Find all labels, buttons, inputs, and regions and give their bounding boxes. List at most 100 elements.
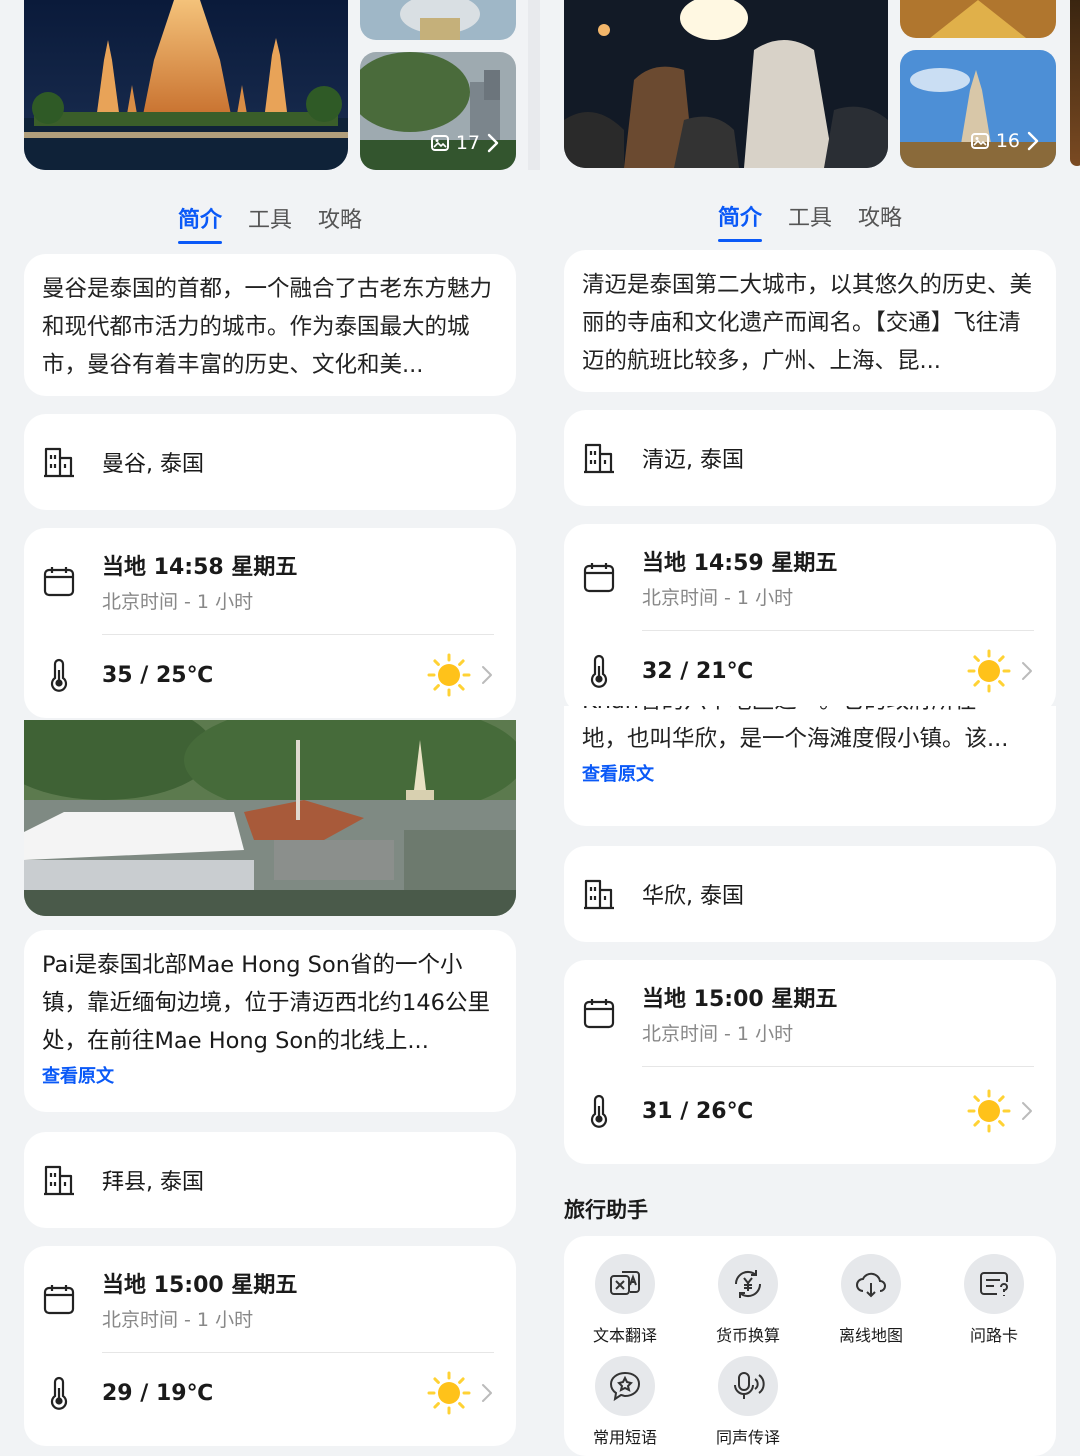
pagoda-photo[interactable]: 16 <box>900 50 1056 168</box>
tab-intro[interactable]: 简介 <box>177 202 222 244</box>
thermometer-icon <box>42 658 76 692</box>
pai-photo[interactable] <box>24 720 516 916</box>
photo-gallery[interactable]: 16 <box>564 0 1080 168</box>
chevron-right-icon <box>480 664 494 686</box>
time-weather-card[interactable]: 当地 14:59 星期五 北京时间 - 1 小时 32 / 21℃ <box>564 524 1056 714</box>
city-description[interactable]: 清迈是泰国第二大城市，以其悠久的历史、美丽的寺庙和文化遗产而闻名。【交通】飞往清… <box>564 250 1056 392</box>
read-original-link[interactable]: 查看原文 <box>42 1062 498 1088</box>
building-icon <box>582 877 616 911</box>
time-difference: 北京时间 - 1 小时 <box>102 590 254 613</box>
pai-location-label: 拜县, 泰国 <box>102 1170 204 1195</box>
tab-tools[interactable]: 工具 <box>248 202 292 234</box>
tab-intro[interactable]: 简介 <box>717 200 762 242</box>
divider <box>642 630 1034 631</box>
photo-count-badge[interactable]: 16 <box>970 130 1040 152</box>
thermometer-icon <box>582 654 616 688</box>
location-card[interactable]: 清迈, 泰国 <box>564 410 1056 506</box>
thermometer-icon <box>42 1376 76 1410</box>
tool-text-translate[interactable]: 文本翻译 <box>564 1254 686 1346</box>
building-icon <box>42 1163 76 1197</box>
sunny-icon <box>966 1088 1012 1134</box>
thermometer-icon <box>582 1094 616 1128</box>
gallery-icon <box>430 133 450 153</box>
hua-hin-location-card[interactable]: 华欣, 泰国 <box>564 846 1056 942</box>
temperature: 32 / 21℃ <box>642 658 754 684</box>
tab-guides[interactable]: 攻略 <box>318 202 362 234</box>
temperature: 29 / 19℃ <box>102 1380 214 1406</box>
photo-gallery[interactable]: 17 <box>24 0 516 170</box>
location-card[interactable]: 曼谷, 泰国 <box>24 414 516 510</box>
chiang-mai-panel: 16 简介 工具 攻略 清迈是泰国第二大城市，以其悠久的历史、美丽的寺庙和文化遗… <box>564 0 1080 1456</box>
hua-hin-description: 地，也叫华欣，是一个海滩度假小镇。该... <box>582 726 1009 752</box>
gallery-icon <box>970 131 990 151</box>
tool-label: 问路卡 <box>969 1326 1018 1345</box>
divider <box>102 1352 494 1353</box>
location-label: 曼谷, 泰国 <box>102 452 204 477</box>
tool-label: 离线地图 <box>838 1326 903 1345</box>
sunny-icon <box>426 1370 472 1416</box>
pai-time-weather-card[interactable]: 当地 15:00 星期五 北京时间 - 1 小时 29 / 19℃ <box>24 1246 516 1446</box>
tab-tools[interactable]: 工具 <box>788 200 832 232</box>
park-photo[interactable]: 17 <box>360 52 516 170</box>
hua-hin-description-partial: Khan省的六个地区之一。它的政府所在 <box>582 706 1038 720</box>
local-time: 当地 14:59 星期五 <box>642 550 838 576</box>
divider <box>102 634 494 635</box>
photo-count: 17 <box>455 132 480 154</box>
photo-count-badge[interactable]: 17 <box>430 132 500 154</box>
local-time: 当地 14:58 星期五 <box>102 554 298 580</box>
time-weather-card[interactable]: 当地 14:58 星期五 北京时间 - 1 小时 35 / 25℃ <box>24 528 516 718</box>
phrases-icon <box>609 1371 641 1402</box>
photo-count: 16 <box>995 130 1020 152</box>
divider <box>642 1066 1034 1067</box>
read-original-link[interactable]: 查看原文 <box>582 760 1038 786</box>
tool-offline-map[interactable]: 离线地图 <box>810 1254 932 1346</box>
interpret-icon <box>734 1372 765 1399</box>
temperature: 31 / 26℃ <box>642 1098 754 1124</box>
tool-currency[interactable]: 货币换算 <box>687 1254 809 1346</box>
tool-common-phrases[interactable]: 常用短语 <box>564 1356 686 1448</box>
hua-hin-location-label: 华欣, 泰国 <box>642 884 744 909</box>
bangkok-panel: 17 简介 工具 攻略 曼谷是泰国的首都，一个融合了古老东方魅力和现代都市活力的… <box>24 0 516 1446</box>
calendar-icon <box>42 1282 76 1316</box>
city-description[interactable]: 曼谷是泰国的首都，一个融合了古老东方魅力和现代都市活力的城市。作为泰国最大的城市… <box>24 254 516 396</box>
pai-location-card[interactable]: 拜县, 泰国 <box>24 1132 516 1228</box>
lantern-photo[interactable] <box>564 0 888 168</box>
time-difference: 北京时间 - 1 小时 <box>642 1022 794 1045</box>
chevron-right-icon <box>486 132 500 154</box>
tool-label: 常用短语 <box>592 1428 657 1447</box>
tool-label: 同声传译 <box>715 1428 780 1447</box>
building-icon <box>42 445 76 479</box>
local-time: 当地 15:00 星期五 <box>642 986 838 1012</box>
local-time: 当地 15:00 星期五 <box>102 1272 298 1298</box>
pai-description-card[interactable]: Pai是泰国北部Mae Hong Son省的一个小镇，靠近缅甸边境，位于清迈西北… <box>24 930 516 1112</box>
hua-hin-time-weather-card[interactable]: 当地 15:00 星期五 北京时间 - 1 小时 31 / 26℃ <box>564 960 1056 1164</box>
hua-hin-description-card[interactable]: Khan省的六个地区之一。它的政府所在 地，也叫华欣，是一个海滩度假小镇。该..… <box>564 706 1056 826</box>
tab-guides[interactable]: 攻略 <box>858 200 902 232</box>
calendar-icon <box>582 560 616 594</box>
travel-assistant-heading: 旅行助手 <box>564 1198 648 1222</box>
tool-interpret[interactable]: 同声传译 <box>687 1356 809 1448</box>
chevron-right-icon <box>1020 660 1034 682</box>
translate-icon <box>610 1271 640 1295</box>
currency-icon <box>734 1270 762 1298</box>
travel-assistant-card: 文本翻译 货币换算 离线地图 问路卡 常用短语 同声传译 <box>564 1236 1056 1456</box>
tool-label: 文本翻译 <box>592 1326 657 1345</box>
calendar-icon <box>582 996 616 1030</box>
sunny-icon <box>966 648 1012 694</box>
wat-arun-photo[interactable] <box>24 0 348 170</box>
statue-photo[interactable] <box>360 0 516 40</box>
time-difference: 北京时间 - 1 小时 <box>102 1308 254 1331</box>
column-divider <box>528 0 540 170</box>
tool-ask-way-card[interactable]: 问路卡 <box>933 1254 1055 1346</box>
next-photo-edge <box>1070 0 1080 166</box>
chevron-right-icon <box>1026 130 1040 152</box>
chevron-right-icon <box>480 1382 494 1404</box>
sunny-icon <box>426 652 472 698</box>
chevron-right-icon <box>1020 1100 1034 1122</box>
location-label: 清迈, 泰国 <box>642 448 744 473</box>
tab-bar: 简介 工具 攻略 <box>564 168 1056 250</box>
pai-description: Pai是泰国北部Mae Hong Son省的一个小镇，靠近缅甸边境，位于清迈西北… <box>42 952 490 1054</box>
building-icon <box>582 441 616 475</box>
temple-roof-photo[interactable] <box>900 0 1056 38</box>
time-difference: 北京时间 - 1 小时 <box>642 586 794 609</box>
